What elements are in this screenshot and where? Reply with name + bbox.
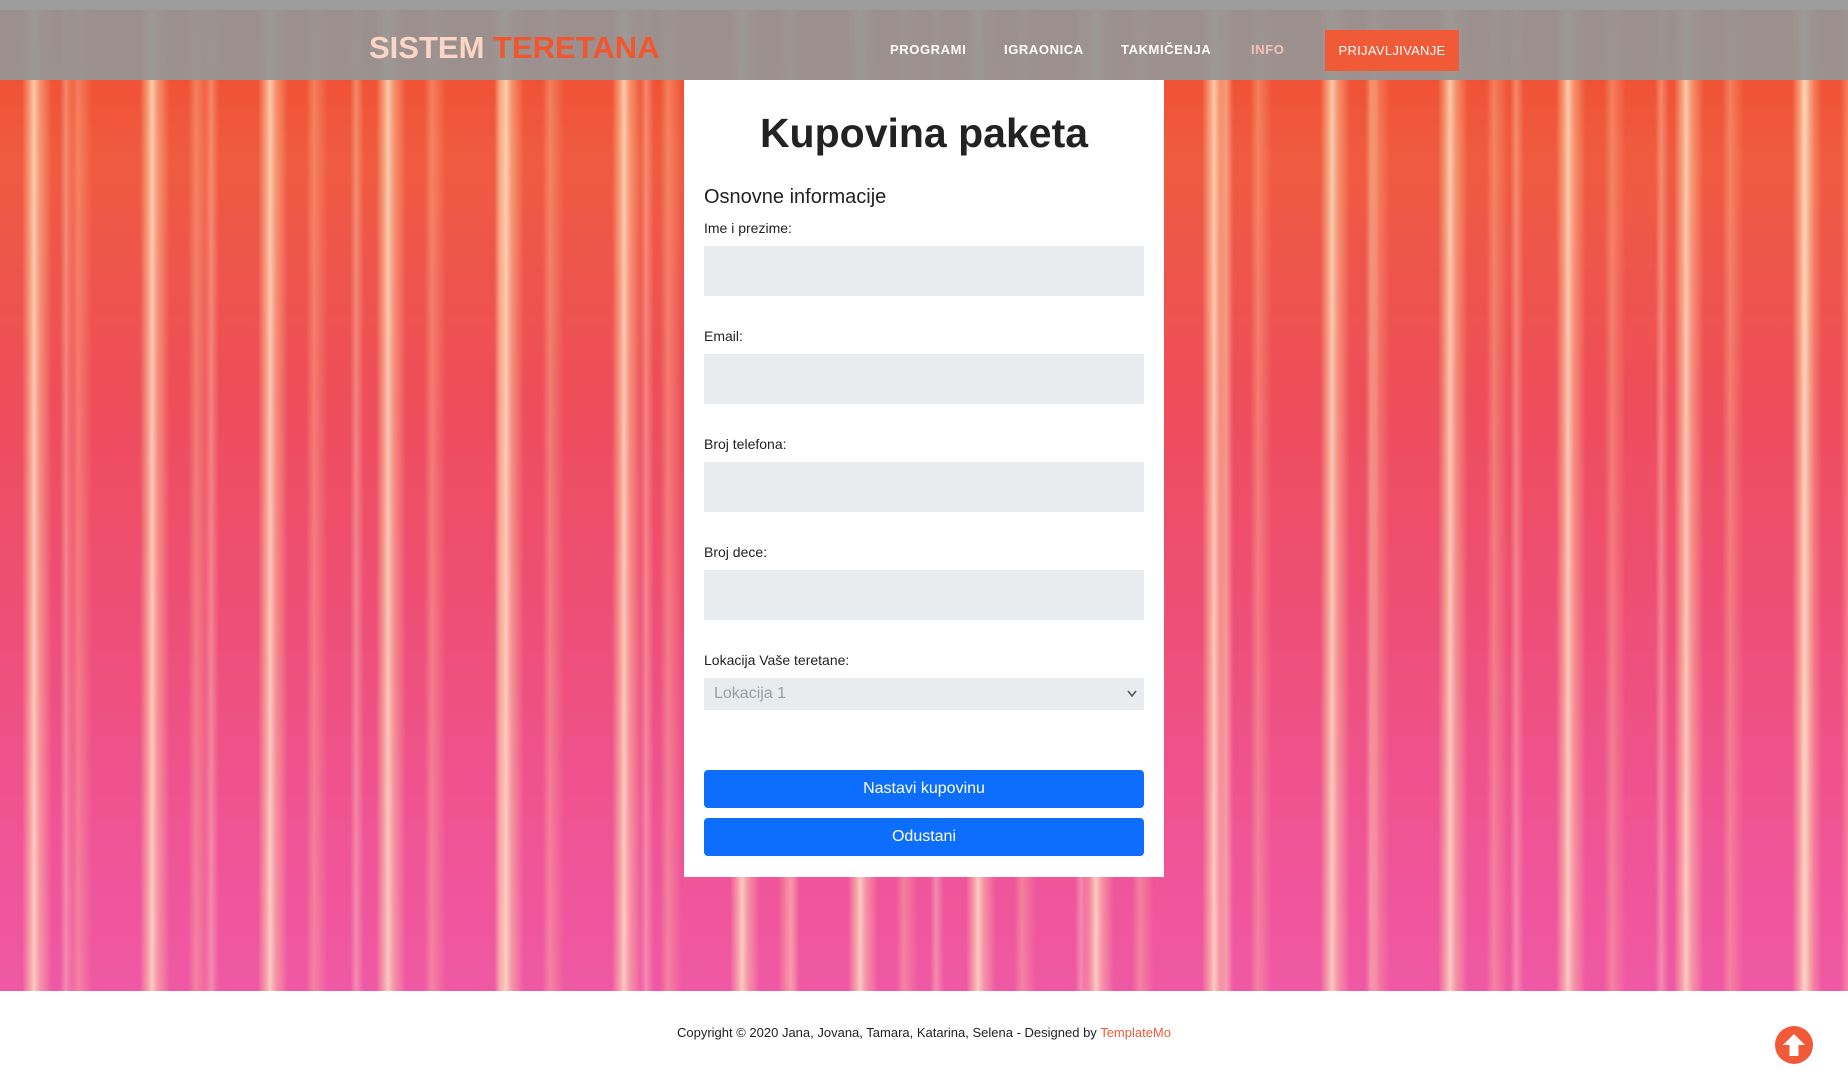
children-count-input[interactable] (704, 570, 1144, 620)
purchase-form-card: Kupovina paketa Osnovne informacije Ime … (684, 80, 1164, 877)
phone-input[interactable] (704, 462, 1144, 512)
continue-purchase-button[interactable]: Nastavi kupovinu (704, 770, 1144, 808)
arrow-up-circle-icon[interactable] (1774, 1025, 1814, 1065)
designer-link[interactable]: TemplateMo (1100, 1025, 1171, 1040)
phone-label: Broj telefona: (704, 436, 787, 452)
nav-link-takmicenja[interactable]: TAKMIČENJA (1121, 42, 1211, 57)
copyright-text: Copyright © 2020 Jana, Jovana, Tamara, K… (676, 1025, 1097, 1040)
section-title: Osnovne informacije (704, 186, 887, 208)
location-select[interactable]: Lokacija 1 (704, 678, 1144, 710)
location-label: Lokacija Vaše teretane: (704, 652, 850, 668)
navbar: SISTEM TERETANA PROGRAMI IGRAONICA TAKMI… (0, 10, 1848, 80)
page-title: Kupovina paketa (759, 110, 1089, 156)
top-strip (0, 0, 1848, 10)
nav-link-info[interactable]: INFO (1251, 42, 1284, 57)
brand-part-2: TERETANA (493, 30, 660, 65)
full-name-label: Ime i prezime: (704, 220, 792, 236)
login-button[interactable]: PRIJAVLJIVANJE (1325, 30, 1459, 71)
children-count-label: Broj dece: (704, 544, 768, 560)
nav-link-programi[interactable]: PROGRAMI (890, 42, 966, 57)
email-label: Email: (704, 328, 743, 344)
email-input[interactable] (704, 354, 1144, 404)
nav-link-igraonica[interactable]: IGRAONICA (1004, 42, 1084, 57)
brand-part-1: SISTEM (369, 30, 485, 65)
brand-logo[interactable]: SISTEM TERETANA (369, 30, 660, 66)
chevron-down-icon (1126, 678, 1138, 722)
full-name-input[interactable] (704, 246, 1144, 296)
footer-copyright: Copyright © 2020 Jana, Jovana, Tamara, K… (0, 1025, 1848, 1040)
cancel-button[interactable]: Odustani (704, 818, 1144, 856)
location-selected-value: Lokacija 1 (714, 685, 787, 702)
